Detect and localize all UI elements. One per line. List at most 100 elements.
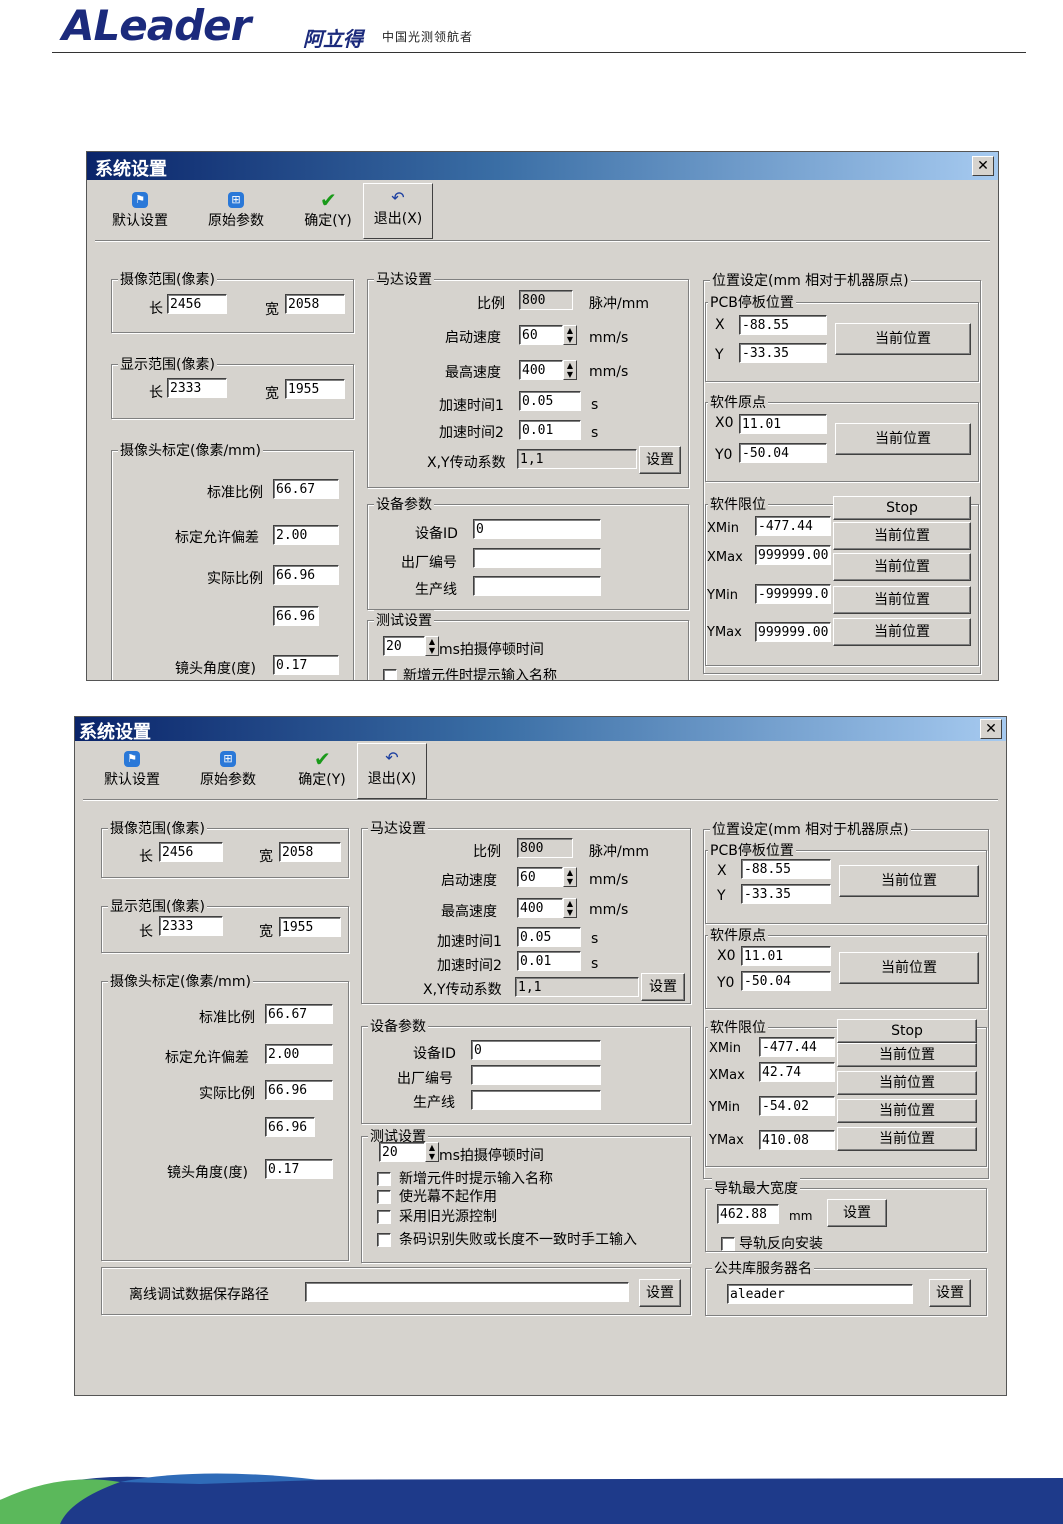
ymin-field[interactable]: -54.02	[759, 1096, 835, 1116]
xy-set-button[interactable]: 设置	[641, 973, 685, 1001]
offline-path-set-button[interactable]: 设置	[639, 1279, 681, 1307]
max-speed-spinner[interactable]: ▲ ▼	[563, 360, 577, 380]
manual-barcode-checkbox[interactable]	[377, 1233, 391, 1247]
capture-pause-spinner[interactable]: ▲ ▼	[425, 636, 439, 656]
device-id-field[interactable]: 0	[471, 1040, 601, 1060]
pcb-x-field[interactable]: -88.55	[741, 859, 831, 879]
actual-ratio-field[interactable]: 66.96	[265, 1080, 333, 1100]
capture-pause-spinner[interactable]: ▲ ▼	[425, 1142, 439, 1162]
lens-angle-field[interactable]: 0.17	[273, 655, 339, 675]
production-line-field[interactable]	[473, 576, 601, 596]
pcb-y-field[interactable]: -33.35	[741, 884, 831, 904]
confirm-button[interactable]: ✔ 确定(Y)	[277, 745, 367, 797]
xmax-field[interactable]: 999999.00	[755, 545, 831, 565]
xmax-field[interactable]: 42.74	[759, 1062, 835, 1082]
actual-ratio-field-2[interactable]: 66.96	[265, 1117, 315, 1137]
origin-y0-field[interactable]: -50.04	[739, 443, 827, 463]
serial-number-field[interactable]	[471, 1065, 601, 1085]
camera-width-field[interactable]: 2058	[279, 842, 341, 862]
ymax-current-position-button[interactable]: 当前位置	[833, 618, 971, 646]
rail-width-field[interactable]: 462.88	[717, 1204, 779, 1224]
check-icon: ✔	[314, 747, 331, 771]
original-params-button[interactable]: ⊞ 原始参数	[191, 186, 281, 238]
camera-width-label: 宽	[265, 302, 279, 318]
display-width-field[interactable]: 1955	[279, 917, 341, 937]
title-bar[interactable]: 系统设置 ✕	[87, 152, 998, 180]
production-line-field[interactable]	[471, 1090, 601, 1110]
start-speed-spinner[interactable]: ▲ ▼	[563, 867, 577, 887]
stop-button[interactable]: Stop	[837, 1019, 977, 1043]
xmin-field[interactable]: -477.44	[759, 1037, 835, 1057]
prompt-name-checkbox[interactable]	[377, 1172, 391, 1186]
standard-ratio-field[interactable]: 66.67	[273, 479, 339, 499]
ymin-field[interactable]: -999999.0	[755, 584, 831, 604]
ymax-field[interactable]: 999999.00	[755, 622, 831, 642]
origin-x0-field[interactable]: 11.01	[739, 414, 827, 434]
lens-angle-field[interactable]: 0.17	[265, 1159, 333, 1179]
origin-x0-field[interactable]: 11.01	[741, 946, 831, 966]
display-width-field[interactable]: 1955	[285, 379, 345, 399]
start-speed-field[interactable]: 60	[517, 867, 563, 887]
original-params-button[interactable]: ⊞ 原始参数	[183, 745, 273, 797]
camera-width-field[interactable]: 2058	[285, 294, 345, 314]
actual-ratio-field[interactable]: 66.96	[273, 565, 339, 585]
confirm-button[interactable]: ✔ 确定(Y)	[283, 186, 373, 238]
standard-ratio-field[interactable]: 66.67	[265, 1004, 333, 1024]
xmin-current-position-button[interactable]: 当前位置	[833, 522, 971, 550]
xmax-current-position-button[interactable]: 当前位置	[837, 1071, 977, 1095]
serial-number-field[interactable]	[473, 548, 601, 568]
pcb-x-field[interactable]: -88.55	[739, 315, 827, 335]
calibration-tolerance-field[interactable]: 2.00	[265, 1044, 333, 1064]
calibration-tolerance-field[interactable]: 2.00	[273, 525, 339, 545]
disable-light-curtain-checkbox[interactable]	[377, 1190, 391, 1204]
ymin-current-position-button[interactable]: 当前位置	[837, 1099, 977, 1123]
camera-length-field[interactable]: 2456	[159, 842, 223, 862]
close-button[interactable]: ✕	[980, 719, 1002, 739]
offline-path-field[interactable]	[305, 1282, 629, 1302]
start-speed-spinner[interactable]: ▲ ▼	[563, 325, 577, 345]
origin-current-position-button[interactable]: 当前位置	[835, 423, 971, 455]
library-server-set-button[interactable]: 设置	[929, 1279, 971, 1307]
display-length-field[interactable]: 2333	[159, 916, 223, 936]
capture-pause-field[interactable]: 20	[379, 1142, 425, 1162]
library-server-field[interactable]: aleader	[727, 1284, 913, 1304]
rail-width-set-button[interactable]: 设置	[827, 1199, 887, 1227]
pcb-current-position-button[interactable]: 当前位置	[835, 323, 971, 355]
close-button[interactable]: ✕	[972, 156, 994, 176]
max-speed-field[interactable]: 400	[519, 360, 563, 380]
actual-ratio-field-2[interactable]: 66.96	[273, 606, 319, 626]
prompt-name-checkbox[interactable]	[383, 669, 397, 680]
exit-button[interactable]: ↶ 退出(X)	[363, 183, 433, 239]
accel-time-1-field[interactable]: 0.05	[517, 927, 581, 947]
ymax-current-position-button[interactable]: 当前位置	[837, 1127, 977, 1151]
display-length-field[interactable]: 2333	[167, 378, 227, 398]
max-speed-spinner[interactable]: ▲ ▼	[563, 898, 577, 918]
rail-reverse-checkbox[interactable]	[721, 1237, 735, 1251]
origin-current-position-button[interactable]: 当前位置	[839, 952, 979, 984]
default-settings-button[interactable]: ⚑ 默认设置	[87, 745, 177, 797]
motor-settings-title: 马达设置	[368, 818, 428, 838]
ymax-field[interactable]: 410.08	[759, 1130, 835, 1150]
xmax-current-position-button[interactable]: 当前位置	[833, 553, 971, 581]
capture-pause-field[interactable]: 20	[383, 636, 425, 656]
accel-time-2-field[interactable]: 0.01	[517, 951, 581, 971]
xmin-current-position-button[interactable]: 当前位置	[837, 1043, 977, 1067]
pcb-current-position-button[interactable]: 当前位置	[839, 865, 979, 897]
default-settings-button[interactable]: ⚑ 默认设置	[95, 186, 185, 238]
xy-set-button[interactable]: 设置	[639, 446, 681, 474]
ymin-current-position-button[interactable]: 当前位置	[833, 586, 971, 614]
device-id-field[interactable]: 0	[473, 519, 601, 539]
xmin-field[interactable]: -477.44	[755, 516, 831, 536]
accel-time-1-field[interactable]: 0.05	[519, 391, 581, 411]
origin-y0-field[interactable]: -50.04	[741, 971, 831, 991]
camera-length-field[interactable]: 2456	[167, 294, 227, 314]
old-light-control-checkbox[interactable]	[377, 1210, 391, 1224]
max-speed-field[interactable]: 400	[517, 898, 563, 918]
accel-time-2-field[interactable]: 0.01	[519, 420, 581, 440]
exit-button[interactable]: ↶ 退出(X)	[357, 743, 427, 799]
xy-transmission-field: 1,1	[517, 449, 637, 469]
title-bar[interactable]: 系统设置 ✕	[75, 717, 1006, 743]
stop-button[interactable]: Stop	[833, 496, 971, 520]
pcb-y-field[interactable]: -33.35	[739, 343, 827, 363]
start-speed-field[interactable]: 60	[519, 325, 563, 345]
